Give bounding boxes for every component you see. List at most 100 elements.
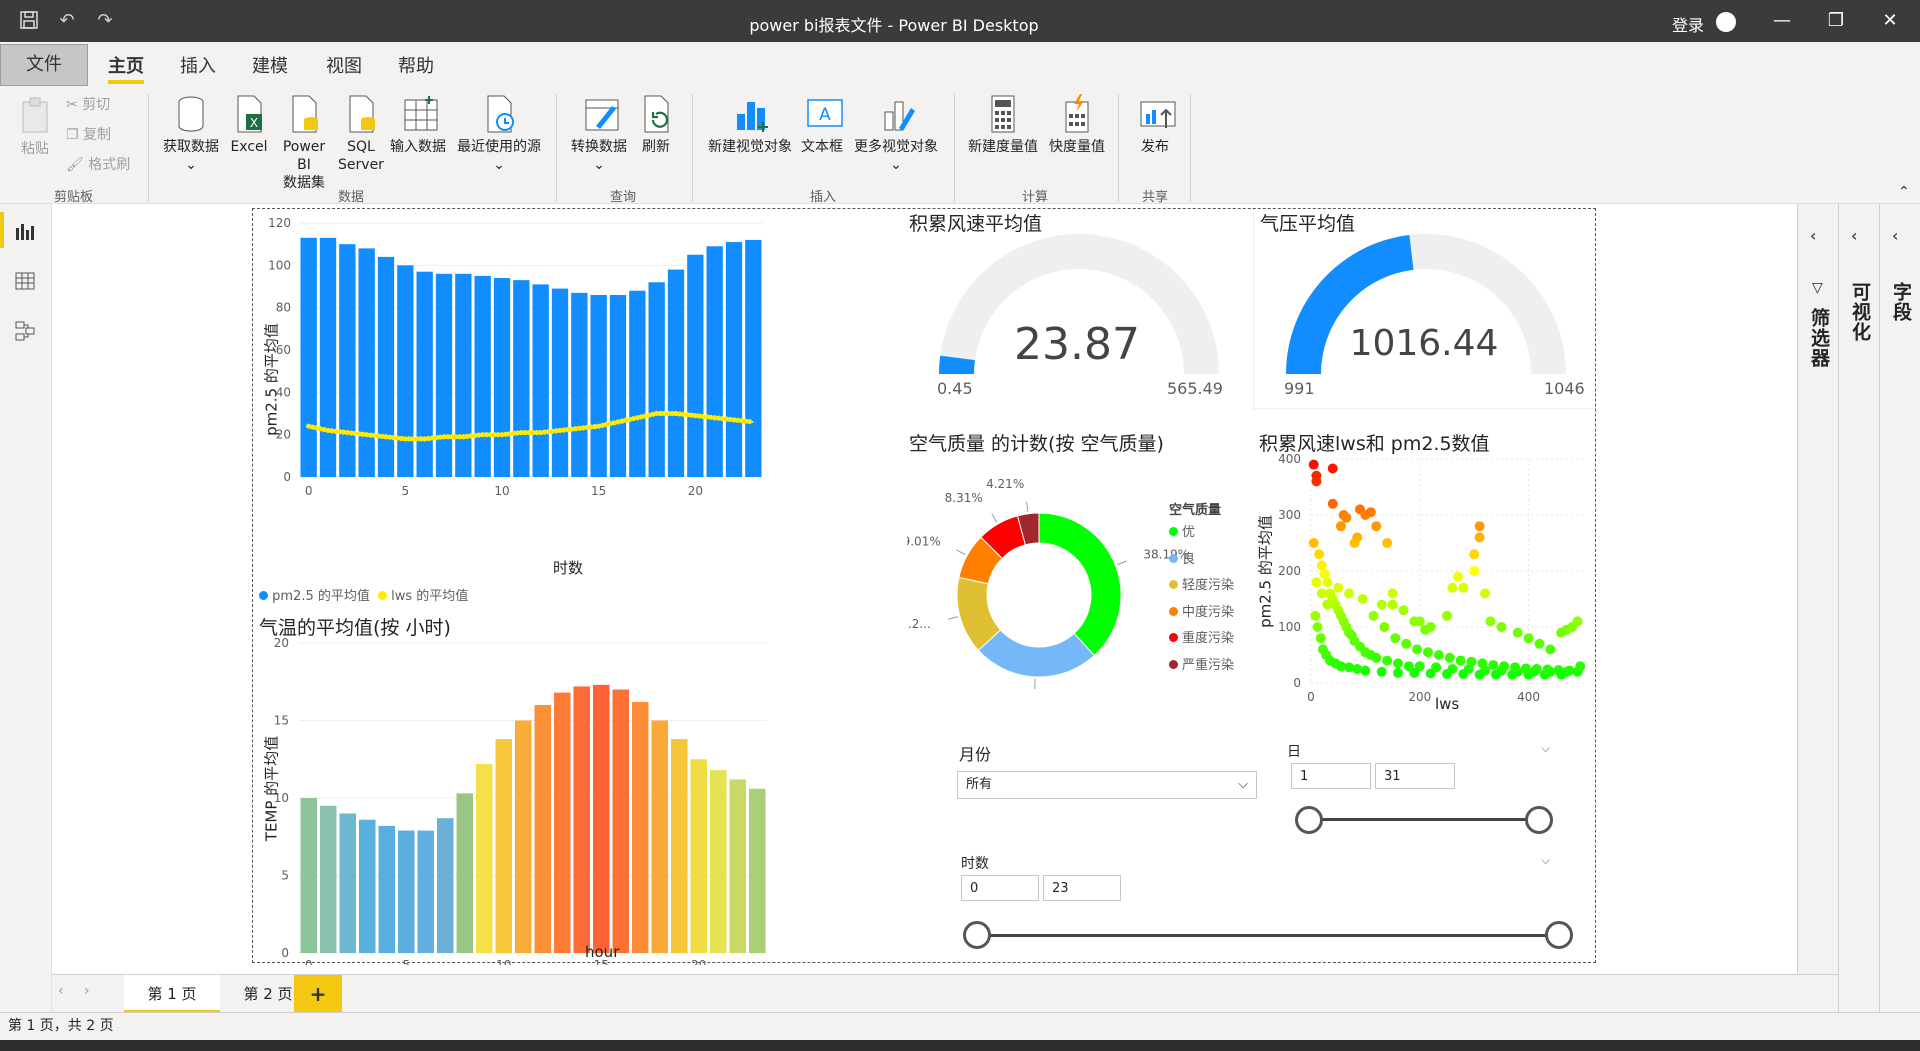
next-page-icon[interactable]: › <box>84 983 90 999</box>
paste-label: 粘贴 <box>21 141 49 157</box>
model-view-icon[interactable] <box>14 320 36 346</box>
pbi-dataset-button[interactable]: Power BI 数据集 <box>274 94 334 192</box>
bar <box>359 819 376 953</box>
quick-measure-button[interactable]: 快度量值 <box>1044 94 1110 156</box>
avatar[interactable] <box>1716 12 1736 32</box>
hour-slider-max-handle[interactable] <box>1545 921 1573 949</box>
bar <box>648 282 665 477</box>
day-min-input[interactable]: 1 <box>1291 763 1371 789</box>
y-tick-label: 100 <box>1278 620 1301 634</box>
copy-button[interactable]: ❐ 复制 <box>66 126 111 144</box>
visualizations-pane[interactable]: ‹ 可视化 <box>1838 204 1879 1012</box>
minimize-button[interactable]: — <box>1752 0 1812 42</box>
day-slider-min-handle[interactable] <box>1295 806 1323 834</box>
scatter-point <box>1458 582 1469 593</box>
sql-server-button[interactable]: SQL Server <box>338 94 384 174</box>
bar <box>749 788 766 953</box>
lws-pm25-scatter-chart[interactable]: 积累风速lws和 pm2.5数值 0 100 200 300 400 0 200 400 pm… <box>1253 429 1593 719</box>
air-quality-donut-chart[interactable]: 空气质量 的计数(按 空气质量) 38.19%25.01%15.2...9.01… <box>907 429 1247 699</box>
tab-modeling[interactable]: 建模 <box>252 52 288 78</box>
filters-pane[interactable]: ‹ ▽ 筛选器 <box>1797 204 1838 1012</box>
chevron-left-icon[interactable]: ‹ <box>1851 226 1857 245</box>
tab-help[interactable]: 帮助 <box>398 52 434 78</box>
publish-icon <box>1138 94 1176 134</box>
hour-min-input[interactable]: 0 <box>961 875 1039 901</box>
bar <box>593 684 610 953</box>
bar <box>629 290 646 477</box>
tab-file[interactable]: 文件 <box>0 44 88 86</box>
scatter-point <box>1311 577 1322 588</box>
enter-data-button[interactable]: 输入数据 <box>386 94 450 156</box>
cut-button[interactable]: ✂ 剪切 <box>66 96 110 114</box>
restore-button[interactable]: ❐ <box>1806 0 1866 42</box>
scatter-point <box>1520 663 1531 674</box>
temperature-bar-chart[interactable]: 气温的平均值(按 小时) 0 5 10 15 20 0 5 10 15 20 TEMP 的平均值 … <box>253 613 905 965</box>
paste-button[interactable]: 粘贴 <box>14 96 56 158</box>
day-slider-track[interactable] <box>1309 818 1539 821</box>
refresh-button[interactable]: 刷新 <box>636 94 676 156</box>
signin-link[interactable]: 登录 <box>1672 12 1704 36</box>
collapse-ribbon-icon[interactable]: ⌃ <box>1898 184 1910 200</box>
chevron-down-icon[interactable]: ⌵ <box>1541 853 1550 868</box>
more-visuals-button[interactable]: 更多视觉对象 ⌄ <box>848 94 944 174</box>
donut-legend-title: 空气质量 <box>1169 503 1222 518</box>
add-page-button[interactable]: + <box>294 975 342 1013</box>
scatter-point <box>1455 655 1466 666</box>
gauge2-max: 1046 <box>1544 379 1585 398</box>
day-max-input[interactable]: 31 <box>1375 763 1455 789</box>
publish-button[interactable]: 发布 <box>1130 94 1180 156</box>
page-count-status: 第 1 页，共 2 页 <box>8 1018 114 1034</box>
scatter-point <box>1534 638 1545 649</box>
hour-slider-min-handle[interactable] <box>963 921 991 949</box>
chevron-left-icon[interactable]: ‹ <box>1810 226 1816 245</box>
dataset-icon <box>287 94 321 134</box>
excel-button[interactable]: X Excel <box>226 94 272 156</box>
hour-slider-track[interactable] <box>977 934 1561 937</box>
pm25-lws-combo-chart[interactable]: 0 20 40 60 80 100 120 0 5 10 15 20 pm2.5 的平均值 时数 pm… <box>253 209 905 609</box>
y-tick-label: 400 <box>1278 452 1301 466</box>
legend-marker-pm25 <box>259 591 268 600</box>
bar <box>476 763 493 953</box>
recent-sources-button[interactable]: 最近使用的源 ⌄ <box>452 94 546 174</box>
close-button[interactable]: ✕ <box>1860 0 1920 42</box>
hour-max-input[interactable]: 23 <box>1043 875 1121 901</box>
chevron-left-icon[interactable]: ‹ <box>1892 226 1898 245</box>
tab-home[interactable]: 主页 <box>108 52 144 84</box>
format-painter-button[interactable]: 🖌 格式刷 <box>66 156 130 174</box>
get-data-button[interactable]: 获取数据 ⌄ <box>158 94 224 174</box>
scatter-point <box>1314 549 1325 560</box>
temp-ylabel: TEMP 的平均值 <box>262 735 281 842</box>
combo-legend: pm2.5 的平均值 lws 的平均值 <box>259 585 468 604</box>
scatter-point <box>1466 656 1477 667</box>
prev-page-icon[interactable]: ‹ <box>58 983 64 999</box>
bar <box>377 256 395 477</box>
fields-pane[interactable]: ‹ 字段 <box>1879 204 1920 1012</box>
textbox-button[interactable]: A 文本框 <box>798 94 846 156</box>
new-visual-button[interactable]: 新建视觉对象 <box>702 94 798 156</box>
x-tick-label: 0 <box>305 484 313 498</box>
scatter-point <box>1477 658 1488 669</box>
scatter-point <box>1393 658 1404 669</box>
leader-line <box>1026 501 1029 512</box>
scatter-point <box>1564 665 1575 676</box>
report-view-icon[interactable] <box>14 220 36 246</box>
chevron-down-icon[interactable]: ⌵ <box>1541 741 1550 756</box>
tab-insert[interactable]: 插入 <box>180 52 216 78</box>
table-icon <box>401 94 438 134</box>
day-slider-max-handle[interactable] <box>1525 806 1553 834</box>
transform-data-button[interactable]: 转换数据 ⌄ <box>566 94 632 174</box>
month-dropdown[interactable]: 所有 ⌵ <box>957 771 1257 799</box>
new-measure-button[interactable]: 新建度量值 <box>964 94 1042 156</box>
page-tab-1[interactable]: 第 1 页 <box>124 975 220 1013</box>
group-label-insert: 插入 <box>810 190 837 205</box>
data-view-icon[interactable] <box>14 270 36 296</box>
wind-speed-gauge[interactable]: 积累风速平均值 23.87 0.45 565.49 <box>907 209 1247 409</box>
scatter-point <box>1376 599 1387 610</box>
bar <box>710 770 727 953</box>
scatter-xlabel: lws <box>1435 695 1460 713</box>
bottom-strip <box>0 1040 1920 1051</box>
tab-view[interactable]: 视图 <box>326 52 362 78</box>
quick-measure-icon <box>1060 94 1094 134</box>
pressure-gauge[interactable]: 气压平均值 1016.44 991 1046 <box>1253 209 1593 409</box>
new-visual-icon <box>733 94 768 134</box>
